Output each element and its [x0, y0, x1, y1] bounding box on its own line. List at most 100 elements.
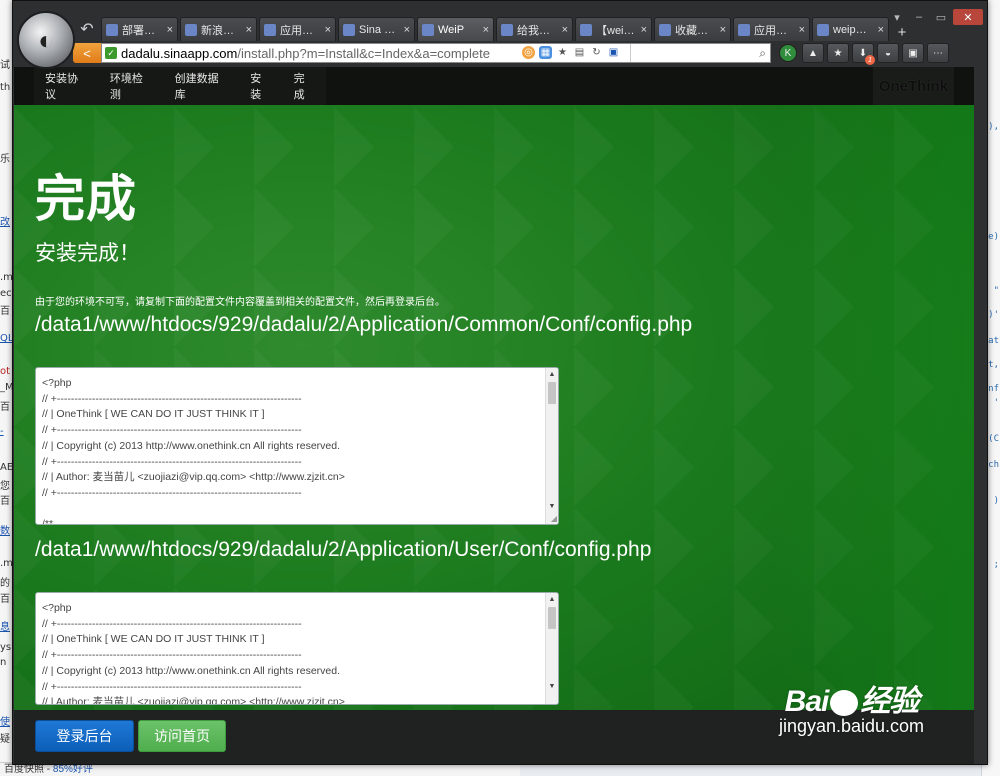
- lock-icon[interactable]: ▲: [802, 43, 824, 63]
- star-icon: [659, 23, 671, 36]
- bg-fragment: 疑: [0, 734, 10, 745]
- bg-fragment: 试: [0, 60, 10, 71]
- address-tools: ◎ ▦ ★ ▤ ↻ ▣: [522, 46, 620, 59]
- favorite-star-icon[interactable]: ★: [556, 46, 569, 59]
- reading-icon[interactable]: ▤: [573, 46, 586, 59]
- close-tab-icon[interactable]: ×: [799, 24, 805, 36]
- bg-fragment: n: [0, 657, 7, 668]
- compat-mode-icon[interactable]: ▦: [539, 46, 552, 59]
- brand-text: OneThink: [878, 77, 948, 95]
- close-tab-icon[interactable]: ×: [325, 24, 331, 36]
- visit-home-button[interactable]: 访问首页: [138, 720, 226, 752]
- bookmark-star-icon[interactable]: ★: [827, 43, 849, 63]
- textarea-scrollbar[interactable]: ▲ ▼: [545, 593, 558, 704]
- scroll-thumb[interactable]: [548, 607, 556, 629]
- config-code-user[interactable]: <?php // +------------------------------…: [36, 593, 558, 704]
- config-textarea-user[interactable]: <?php // +------------------------------…: [35, 592, 559, 705]
- skin-icon[interactable]: ▾: [887, 9, 907, 25]
- install-top-nav: 安装协议 环境检测 创建数据库 安装 完成 OneThink: [14, 67, 974, 105]
- bg-snapshot-text: 百度快照: [4, 764, 44, 775]
- scroll-up-icon[interactable]: ▲: [546, 595, 558, 605]
- page-icon: [738, 23, 750, 36]
- bg-fragment: ch: [988, 460, 999, 470]
- tab-label: WeiP: [438, 23, 465, 36]
- undo-close-tab-icon[interactable]: ↶: [73, 17, 101, 41]
- close-tab-icon[interactable]: ×: [404, 24, 410, 36]
- scroll-up-icon[interactable]: ▲: [546, 370, 558, 380]
- search-engine-icon[interactable]: ▣: [607, 46, 620, 59]
- browser-tab[interactable]: 应用… ×: [733, 17, 810, 41]
- close-tab-icon[interactable]: ×: [167, 24, 173, 36]
- scroll-down-icon[interactable]: ▼: [546, 502, 558, 512]
- browser-tab[interactable]: 新浪… ×: [180, 17, 257, 41]
- tab-bar: ↶ 部署… × 新浪… × 应用… × Sina … × WeiP × 给我… × 【wei… × 收藏… ×…: [73, 15, 987, 41]
- maximize-button[interactable]: ▭: [931, 9, 951, 25]
- gamepad-icon[interactable]: ◒: [877, 43, 899, 63]
- address-bar[interactable]: ✓ dadalu.sinaapp.com/install.php?m=Insta…: [101, 43, 771, 63]
- install-step-link[interactable]: 安装协议: [34, 70, 99, 102]
- login-admin-button[interactable]: 登录后台: [35, 720, 134, 752]
- browser-logo-icon[interactable]: ◐: [17, 11, 75, 69]
- browser-tab[interactable]: 【wei… ×: [575, 17, 652, 41]
- new-tab-button[interactable]: +: [891, 24, 913, 41]
- scroll-down-icon[interactable]: ▼: [546, 682, 558, 692]
- config-code-common[interactable]: <?php // +------------------------------…: [36, 368, 558, 524]
- bg-fragment: ys: [0, 642, 12, 653]
- close-tab-icon[interactable]: ×: [641, 24, 647, 36]
- bg-fragment: )': [988, 310, 999, 320]
- install-step-link[interactable]: 环境检测: [99, 70, 164, 102]
- close-tab-icon[interactable]: ×: [483, 24, 489, 36]
- minimize-button[interactable]: –: [909, 9, 929, 25]
- search-icon[interactable]: ⌕: [759, 46, 766, 61]
- download-icon[interactable]: ⬇ 1: [852, 43, 875, 65]
- browser-tab[interactable]: 收藏… ×: [654, 17, 731, 41]
- bg-fragment: t,: [988, 360, 999, 370]
- window-controls: ▾ – ▭ ✕: [887, 9, 983, 25]
- browser-tab[interactable]: WeiP ×: [417, 17, 494, 41]
- browser-tab[interactable]: weip… ×: [812, 17, 889, 41]
- extension-icons: K ▲ ★ ⬇ 1 ◒ ▣ ⋯: [777, 43, 949, 65]
- brand-logo[interactable]: OneThink: [872, 67, 954, 105]
- bg-fragment: ': [993, 398, 999, 408]
- bg-fragment: e): [988, 232, 999, 242]
- tab-label: 应用…: [754, 24, 787, 37]
- browser-tab[interactable]: 应用… ×: [259, 17, 336, 41]
- watermark-suffix: 经验: [860, 685, 919, 718]
- textarea-scrollbar[interactable]: ▲ ▼: [545, 368, 558, 524]
- config-textarea-common[interactable]: <?php // +------------------------------…: [35, 367, 559, 525]
- scroll-thumb[interactable]: [548, 382, 556, 404]
- tab-label: 应用…: [280, 24, 313, 37]
- install-step-link[interactable]: 安装: [239, 70, 282, 102]
- security-shield-icon[interactable]: ◎: [522, 46, 535, 59]
- config-notice: 由于您的环境不可写，请复制下面的配置文件内容覆盖到相关的配置文件，然后再登录后台…: [35, 297, 445, 308]
- browser-tab[interactable]: 部署… ×: [101, 17, 178, 41]
- page-subtitle: 安装完成！: [35, 241, 140, 265]
- install-step-link[interactable]: 创建数据库: [164, 70, 240, 102]
- close-window-button[interactable]: ✕: [953, 9, 983, 25]
- watermark-url: jingyan.baidu.com: [778, 716, 925, 736]
- bg-fragment: ),: [988, 122, 999, 132]
- secure-check-icon: ✓: [105, 47, 117, 59]
- bg-rating-link[interactable]: 85%好评: [53, 764, 93, 775]
- close-tab-icon[interactable]: ×: [562, 24, 568, 36]
- sina-icon: [185, 23, 197, 36]
- bg-fragment: 的: [0, 578, 10, 589]
- bg-fragment: 您: [0, 481, 10, 492]
- browser-tab[interactable]: 给我… ×: [496, 17, 573, 41]
- menu-more-icon[interactable]: ⋯: [927, 43, 949, 63]
- close-tab-icon[interactable]: ×: [246, 24, 252, 36]
- search-box[interactable]: ⌕: [630, 44, 770, 62]
- install-step-link[interactable]: 完成: [283, 70, 326, 102]
- close-tab-icon[interactable]: ×: [878, 24, 884, 36]
- back-button[interactable]: <: [73, 43, 101, 63]
- close-tab-icon[interactable]: ×: [720, 24, 726, 36]
- install-steps-menu: 安装协议 环境检测 创建数据库 安装 完成: [34, 67, 326, 105]
- browser-tab[interactable]: Sina … ×: [338, 17, 415, 41]
- resize-grip-icon[interactable]: ◢: [551, 514, 557, 523]
- tab-label: 新浪…: [201, 24, 234, 37]
- toolbox-icon[interactable]: ▣: [902, 43, 924, 63]
- ext-k-icon[interactable]: K: [779, 44, 797, 62]
- bg-fragment: ": [993, 286, 999, 296]
- refresh-icon[interactable]: ↻: [590, 46, 603, 59]
- page-icon: [580, 23, 592, 36]
